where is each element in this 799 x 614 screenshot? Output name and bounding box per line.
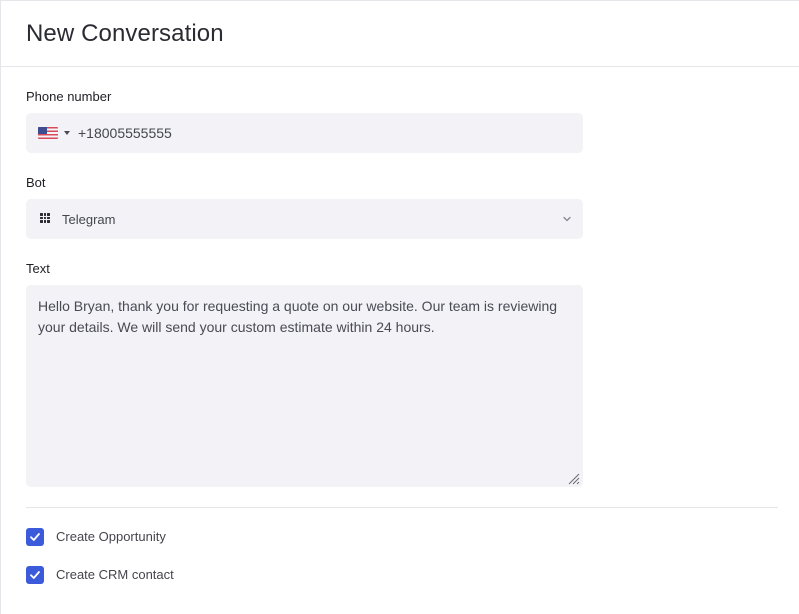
create-crm-contact-label: Create CRM contact — [56, 567, 174, 582]
create-crm-contact-checkbox[interactable] — [26, 566, 44, 584]
phone-number-input[interactable] — [78, 113, 568, 153]
panel-header: New Conversation — [1, 1, 799, 67]
caret-down-icon — [64, 131, 70, 135]
checkmark-icon — [30, 533, 40, 541]
new-conversation-panel: New Conversation Phone number Bot Telegr… — [0, 0, 799, 614]
message-textarea[interactable]: Hello Bryan, thank you for requesting a … — [26, 285, 583, 487]
divider — [26, 507, 778, 508]
us-flag-icon — [38, 127, 58, 139]
resize-handle-icon[interactable] — [566, 471, 580, 485]
country-selector[interactable] — [26, 113, 74, 153]
create-opportunity-label: Create Opportunity — [56, 529, 166, 544]
page-title: New Conversation — [26, 20, 224, 47]
phone-number-field — [26, 113, 583, 153]
checkmark-icon — [30, 571, 40, 579]
bot-select[interactable]: Telegram — [26, 199, 583, 239]
bot-label: Bot — [26, 175, 46, 190]
create-opportunity-checkbox[interactable] — [26, 528, 44, 546]
chevron-down-icon — [563, 216, 571, 222]
bot-selected-value: Telegram — [62, 212, 116, 227]
text-label: Text — [26, 261, 50, 276]
grid-icon — [40, 213, 50, 223]
phone-number-label: Phone number — [26, 89, 112, 104]
